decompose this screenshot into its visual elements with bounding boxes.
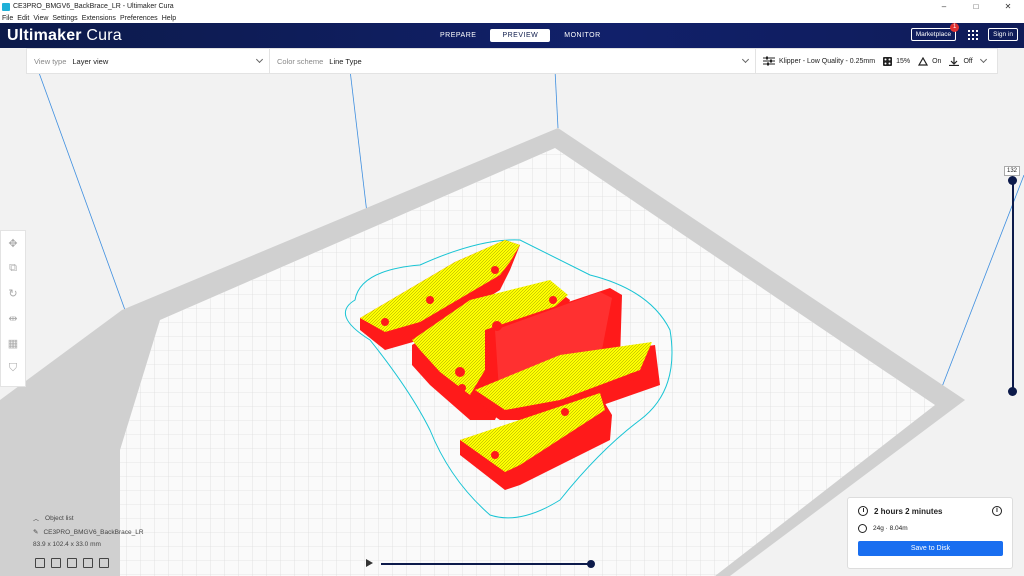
print-settings-selector[interactable]: Klipper - Low Quality - 0.25mm 15% On Of…	[756, 49, 997, 73]
scale-icon[interactable]: ⧉	[6, 262, 20, 276]
object-list-header: Object list	[45, 515, 74, 522]
sliders-icon	[763, 56, 775, 66]
object-dimensions: 83.9 x 102.4 x 33.0 mm	[33, 541, 101, 548]
support-blocker-icon[interactable]: ⛉	[6, 361, 20, 375]
layer-slider-bottom-handle[interactable]	[1008, 387, 1017, 396]
stage-tabs: PREPARE PREVIEW MONITOR	[428, 29, 615, 42]
path-slider[interactable]	[381, 560, 595, 568]
infill-icon	[883, 56, 893, 66]
menu-bar: File Edit View Settings Extensions Prefe…	[0, 13, 1024, 23]
object-list: ︿ Object list ✎ CE3PRO_BMGV6_BackBrace_L…	[33, 514, 144, 553]
menu-file[interactable]: File	[2, 15, 13, 22]
chevron-down-icon	[979, 55, 987, 64]
layer-slider-track	[1012, 180, 1014, 392]
layer-slider[interactable]	[1008, 176, 1017, 396]
transform-tools: ✥ ⧉ ↻ ⇹ ▦ ⛉	[0, 230, 26, 387]
tab-preview[interactable]: PREVIEW	[490, 29, 551, 42]
print-info-panel: 2 hours 2 minutes i 24g · 8.04m Save to …	[847, 497, 1013, 569]
material-estimate: 24g · 8.04m	[873, 525, 908, 532]
apps-grid-icon[interactable]	[968, 29, 979, 40]
adhesion-value: Off	[963, 57, 973, 65]
left-view-icon[interactable]	[83, 558, 93, 568]
color-scheme-value: Line Type	[329, 56, 362, 66]
camera-view-buttons	[35, 558, 115, 568]
menu-extensions[interactable]: Extensions	[82, 15, 116, 22]
brand-logo: Ultimaker Cura	[7, 26, 122, 44]
3d-view-icon[interactable]	[35, 558, 45, 568]
move-icon[interactable]: ✥	[6, 237, 20, 251]
marketplace-label: Marketplace	[915, 31, 952, 38]
maximize-button[interactable]: □	[960, 2, 992, 11]
menu-preferences[interactable]: Preferences	[120, 15, 158, 22]
color-scheme-label: Color scheme	[277, 56, 324, 66]
menu-edit[interactable]: Edit	[17, 15, 29, 22]
clock-icon	[858, 506, 868, 516]
path-slider-handle[interactable]	[587, 560, 595, 568]
right-view-icon[interactable]	[99, 558, 109, 568]
menu-help[interactable]: Help	[162, 15, 176, 22]
pencil-icon[interactable]: ✎	[33, 528, 38, 536]
view-type-label: View type	[34, 56, 67, 66]
object-list-toggle[interactable]: ︿ Object list	[33, 514, 144, 523]
minimize-button[interactable]: –	[928, 2, 960, 11]
view-toolbar: View type Layer view Color scheme Line T…	[26, 48, 998, 74]
menu-view[interactable]: View	[33, 15, 48, 22]
chevron-down-icon	[255, 55, 264, 64]
support-icon	[918, 56, 929, 66]
window-title: CE3PRO_BMGV6_BackBrace_LR - Ultimaker Cu…	[13, 3, 174, 10]
close-button[interactable]: ✕	[992, 2, 1024, 11]
title-bar: CE3PRO_BMGV6_BackBrace_LR - Ultimaker Cu…	[0, 0, 1024, 13]
view-type-value: Layer view	[72, 56, 109, 66]
cura-app-icon	[2, 2, 10, 11]
menu-settings[interactable]: Settings	[52, 15, 77, 22]
layer-slider-top-handle[interactable]	[1008, 176, 1017, 185]
info-icon[interactable]: i	[992, 506, 1002, 516]
tab-monitor[interactable]: MONITOR	[552, 29, 612, 42]
view-type-dropdown[interactable]: View type Layer view	[27, 49, 270, 73]
per-model-settings-icon[interactable]: ▦	[6, 336, 20, 350]
layer-number[interactable]: 132	[1004, 166, 1021, 176]
rotate-icon[interactable]: ↻	[6, 287, 20, 301]
support-value: On	[932, 57, 942, 65]
infill-value: 15%	[896, 57, 911, 65]
play-icon[interactable]	[366, 559, 373, 567]
save-to-disk-button[interactable]: Save to Disk	[858, 541, 1003, 556]
print-time: 2 hours 2 minutes	[874, 506, 943, 516]
print-profile: Klipper - Low Quality - 0.25mm	[779, 57, 876, 65]
notification-badge: 1	[950, 23, 960, 32]
spool-icon	[858, 524, 867, 533]
marketplace-button[interactable]: Marketplace 1	[910, 23, 960, 41]
top-view-icon[interactable]	[67, 558, 77, 568]
front-view-icon[interactable]	[51, 558, 61, 568]
tab-prepare[interactable]: PREPARE	[428, 29, 488, 42]
sign-in-button[interactable]: Sign in	[988, 28, 1018, 41]
color-scheme-dropdown[interactable]: Color scheme Line Type	[270, 49, 756, 73]
adhesion-icon	[949, 56, 960, 66]
object-name: CE3PRO_BMGV6_BackBrace_LR	[43, 528, 144, 536]
mirror-icon[interactable]: ⇹	[6, 311, 20, 325]
chevron-down-icon	[741, 55, 750, 64]
chevron-up-icon: ︿	[33, 517, 40, 523]
app-header: Ultimaker Cura PREPARE PREVIEW MONITOR M…	[0, 23, 1024, 48]
